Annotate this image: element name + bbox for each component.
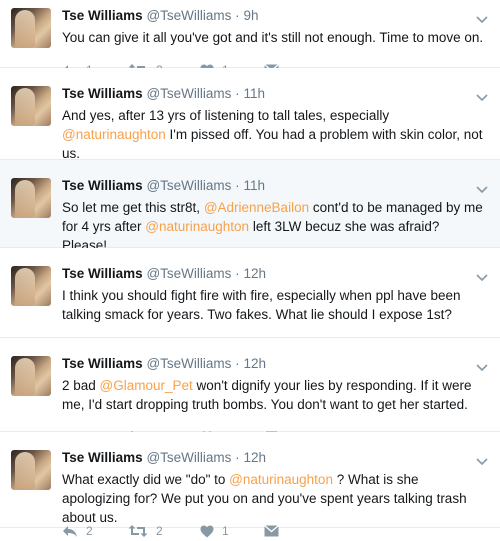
retweet-button[interactable]: 2: [128, 521, 163, 541]
author-handle[interactable]: @TseWilliams: [146, 86, 231, 101]
chevron-down-icon[interactable]: [476, 359, 488, 372]
avatar[interactable]: [11, 450, 51, 490]
author-handle[interactable]: @TseWilliams: [146, 266, 231, 281]
mention-link[interactable]: @naturinaughton: [229, 472, 333, 487]
tweet-item[interactable]: Tse Williams @TseWilliams · 12h What exa…: [0, 432, 500, 538]
tweet-item[interactable]: Tse Williams @TseWilliams · 9h You can g…: [0, 0, 500, 77]
separator: ·: [235, 178, 240, 193]
chevron-down-icon[interactable]: [476, 89, 488, 102]
avatar[interactable]: [11, 178, 51, 218]
separator: ·: [235, 450, 240, 465]
author-name[interactable]: Tse Williams: [62, 266, 143, 281]
chevron-down-icon[interactable]: [476, 453, 488, 466]
text-segment: And yes, after 13 yrs of listening to ta…: [62, 108, 390, 123]
separator: ·: [235, 266, 240, 281]
tweet-header: Tse Williams @TseWilliams · 12h: [62, 450, 266, 465]
timestamp[interactable]: 11h: [243, 86, 265, 101]
text-segment: You can give it all you've got and it's …: [62, 30, 484, 45]
tweet-text: You can give it all you've got and it's …: [62, 28, 488, 47]
tweet-item[interactable]: Tse Williams @TseWilliams · 11h And yes,…: [0, 68, 500, 174]
heart-icon: [200, 525, 214, 538]
timestamp[interactable]: 9h: [243, 8, 258, 23]
author-handle[interactable]: @TseWilliams: [146, 8, 231, 23]
retweet-icon: [128, 524, 148, 538]
author-name[interactable]: Tse Williams: [62, 356, 143, 371]
separator: ·: [235, 8, 240, 23]
like-button[interactable]: 1: [200, 521, 229, 541]
retweet-count: 2: [156, 524, 163, 538]
mention-link[interactable]: @naturinaughton: [62, 127, 166, 142]
reply-button[interactable]: 2: [62, 521, 93, 541]
envelope-icon: [264, 525, 279, 537]
timestamp[interactable]: 12h: [243, 356, 266, 371]
avatar[interactable]: [11, 266, 51, 306]
author-handle[interactable]: @TseWilliams: [146, 178, 231, 193]
like-count: 1: [222, 524, 229, 538]
chevron-down-icon[interactable]: [476, 181, 488, 194]
tweet-actions: 2 2 1: [62, 521, 492, 541]
avatar[interactable]: [11, 8, 51, 48]
tweet-text: So let me get this str8t, @AdrienneBailo…: [62, 198, 488, 255]
tweet-text: And yes, after 13 yrs of listening to ta…: [62, 106, 488, 163]
direct-message-button[interactable]: [264, 521, 279, 541]
text-segment: I think you should fight fire with fire,…: [62, 288, 461, 322]
chevron-down-icon[interactable]: [476, 11, 488, 24]
mention-link[interactable]: @Glamour_Pet: [100, 378, 193, 393]
timestamp[interactable]: 12h: [243, 266, 266, 281]
reply-icon: [62, 524, 78, 538]
author-name[interactable]: Tse Williams: [62, 450, 143, 465]
text-segment: So let me get this str8t,: [62, 200, 204, 215]
tweet-item[interactable]: Tse Williams @TseWilliams · 12h 2 bad @G…: [0, 338, 500, 444]
tweet-header: Tse Williams @TseWilliams · 12h: [62, 266, 266, 281]
avatar[interactable]: [11, 86, 51, 126]
reply-count: 2: [86, 524, 93, 538]
text-segment: 2 bad: [62, 378, 100, 393]
tweet-text: 2 bad @Glamour_Pet won't dignify your li…: [62, 376, 488, 414]
timestamp[interactable]: 12h: [243, 450, 266, 465]
tweet-item[interactable]: Tse Williams @TseWilliams · 12h I think …: [0, 248, 500, 354]
author-name[interactable]: Tse Williams: [62, 178, 143, 193]
author-handle[interactable]: @TseWilliams: [146, 356, 231, 371]
tweet-text: What exactly did we "do" to @naturinaugh…: [62, 470, 488, 527]
author-name[interactable]: Tse Williams: [62, 8, 143, 23]
tweet-header: Tse Williams @TseWilliams · 9h: [62, 8, 258, 23]
tweet-text: I think you should fight fire with fire,…: [62, 286, 488, 324]
separator: ·: [235, 86, 240, 101]
text-segment: What exactly did we "do" to: [62, 472, 230, 487]
tweet-header: Tse Williams @TseWilliams · 11h: [62, 178, 265, 193]
author-handle[interactable]: @TseWilliams: [146, 450, 231, 465]
chevron-down-icon[interactable]: [476, 269, 488, 282]
tweet-header: Tse Williams @TseWilliams · 11h: [62, 86, 265, 101]
tweet-item[interactable]: Tse Williams @TseWilliams · 11h So let m…: [0, 160, 500, 266]
author-name[interactable]: Tse Williams: [62, 86, 143, 101]
mention-link[interactable]: @naturinaughton: [145, 219, 249, 234]
mention-link[interactable]: @AdrienneBailon: [204, 200, 309, 215]
separator: ·: [235, 356, 240, 371]
timestamp[interactable]: 11h: [243, 178, 265, 193]
tweet-header: Tse Williams @TseWilliams · 12h: [62, 356, 266, 371]
avatar[interactable]: [11, 356, 51, 396]
